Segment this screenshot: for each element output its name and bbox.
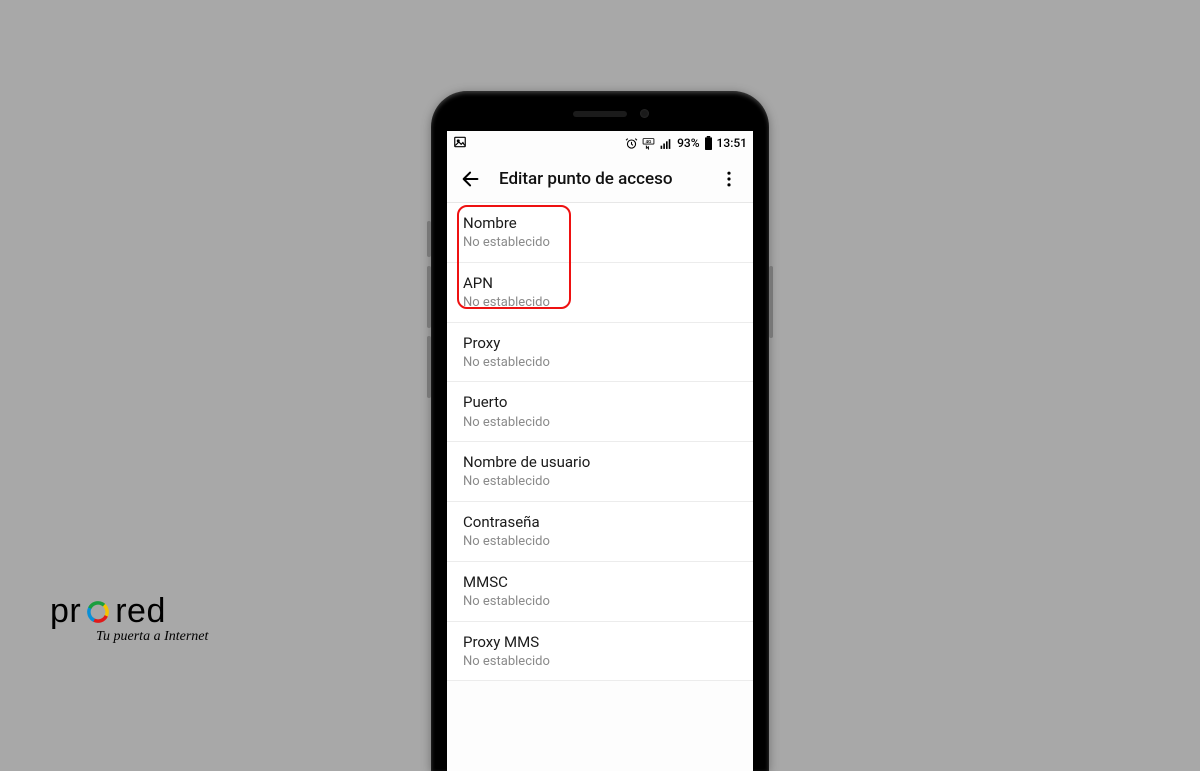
setting-label: Proxy MMS xyxy=(463,632,737,652)
phone-screen: 4G 93% 13:51 Editar punto de acceso xyxy=(447,131,753,771)
side-button xyxy=(427,266,431,328)
setting-item-apn[interactable]: APN No establecido xyxy=(447,263,753,323)
setting-value: No establecido xyxy=(463,414,737,432)
alarm-icon xyxy=(625,137,638,150)
battery-icon xyxy=(704,136,713,150)
settings-list: Nombre No establecido APN No establecido… xyxy=(447,203,753,681)
setting-label: Contraseña xyxy=(463,512,737,532)
setting-value: No establecido xyxy=(463,593,737,611)
setting-label: MMSC xyxy=(463,572,737,592)
app-bar: Editar punto de acceso xyxy=(447,155,753,203)
setting-value: No establecido xyxy=(463,533,737,551)
setting-item-puerto[interactable]: Puerto No establecido xyxy=(447,382,753,442)
network-4g-icon: 4G xyxy=(642,137,655,150)
setting-label: Proxy xyxy=(463,333,737,353)
setting-label: APN xyxy=(463,273,737,293)
setting-item-contrasena[interactable]: Contraseña No establecido xyxy=(447,502,753,562)
setting-value: No establecido xyxy=(463,294,737,312)
battery-percent: 93% xyxy=(677,136,699,150)
setting-label: Nombre de usuario xyxy=(463,452,737,472)
setting-value: No establecido xyxy=(463,354,737,372)
setting-label: Nombre xyxy=(463,213,737,233)
logo-text-right: red xyxy=(115,592,166,631)
setting-item-proxy-mms[interactable]: Proxy MMS No establecido xyxy=(447,622,753,682)
logo-text-left: pr xyxy=(50,592,81,631)
side-button xyxy=(769,266,773,338)
status-bar: 4G 93% 13:51 xyxy=(447,131,753,155)
setting-value: No establecido xyxy=(463,653,737,671)
setting-value: No establecido xyxy=(463,473,737,491)
signal-icon xyxy=(659,137,673,150)
setting-value: No establecido xyxy=(463,234,737,252)
side-button xyxy=(427,336,431,398)
more-menu-button[interactable] xyxy=(711,161,747,197)
setting-item-proxy[interactable]: Proxy No establecido xyxy=(447,323,753,383)
logo-swirl-icon xyxy=(84,598,112,626)
back-button[interactable] xyxy=(453,161,489,197)
phone-speaker xyxy=(573,111,627,117)
clock-time: 13:51 xyxy=(717,136,747,150)
setting-item-nombre[interactable]: Nombre No establecido xyxy=(447,203,753,263)
phone-camera xyxy=(640,109,649,118)
brand-logo: pr red Tu puerta a Internet xyxy=(50,592,208,645)
phone-frame: 4G 93% 13:51 Editar punto de acceso xyxy=(431,91,769,771)
logo-tagline: Tu puerta a Internet xyxy=(50,629,208,645)
svg-text:4G: 4G xyxy=(646,138,652,143)
setting-item-nombre-usuario[interactable]: Nombre de usuario No establecido xyxy=(447,442,753,502)
setting-label: Puerto xyxy=(463,392,737,412)
side-button xyxy=(427,221,431,257)
picture-icon xyxy=(453,135,467,152)
setting-item-mmsc[interactable]: MMSC No establecido xyxy=(447,562,753,622)
page-title: Editar punto de acceso xyxy=(499,169,701,189)
